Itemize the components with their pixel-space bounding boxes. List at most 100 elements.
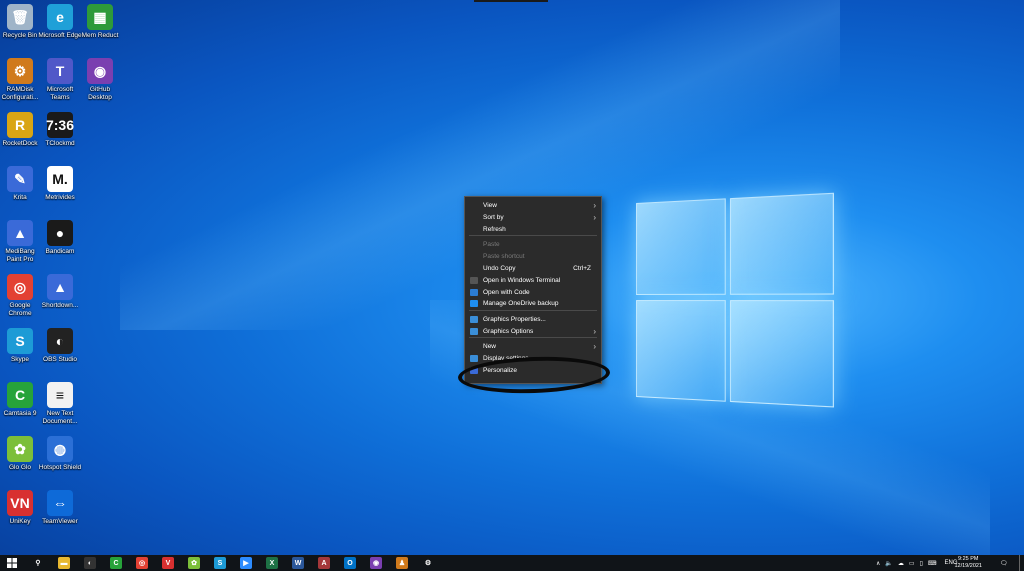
access-icon[interactable]: A <box>318 557 330 569</box>
teamviewer-icon: ⇔ <box>47 490 73 516</box>
logo-pane <box>636 198 726 295</box>
desktop-icon[interactable]: ◉ GitHub Desktop <box>78 58 122 102</box>
bandicam-icon: ● <box>47 220 73 246</box>
desktop-icon[interactable]: 🗑 Recycle Bin <box>0 4 42 40</box>
desktop-icon-label: Microsoft Edge <box>38 32 82 39</box>
menu-item-manage-onedrive-backup[interactable]: Manage OneDrive backup <box>465 298 601 309</box>
desktop-icon[interactable]: ● Bandicam <box>38 220 82 256</box>
camtasia-icon: C <box>7 382 33 408</box>
menu-item-shortcut: Ctrl+Z <box>573 265 591 272</box>
skype-icon[interactable]: S <box>214 557 226 569</box>
desktop-icon[interactable]: ▲ MediBang Paint Pro <box>0 220 42 264</box>
windows-start-icon[interactable] <box>6 557 18 569</box>
desktop-icon-label: Camtasia 9 <box>3 410 37 417</box>
chrome-icon: ◎ <box>7 274 33 300</box>
unikey-icon: VN <box>7 490 33 516</box>
show-desktop-button[interactable] <box>1019 555 1023 571</box>
menu-item-view[interactable]: View › <box>465 200 601 211</box>
menu-item-label: Undo Copy <box>483 265 516 272</box>
desktop-icon-label: New Text Document... <box>42 410 78 425</box>
ramdisk-icon: ⚙ <box>7 58 33 84</box>
search-icon[interactable]: ⚲ <box>32 557 44 569</box>
obs-icon: ◐ <box>47 328 73 354</box>
menu-item-label: Refresh <box>483 226 506 233</box>
menu-item-graphics-options[interactable]: Graphics Options › <box>465 326 601 337</box>
desktop-icon[interactable]: ◍ Hotspot Shield <box>38 436 82 472</box>
menu-item-open-in-windows-terminal[interactable]: Open in Windows Terminal <box>465 275 601 286</box>
teams-icon: T <box>47 58 73 84</box>
menu-item-paste-shortcut: Paste shortcut <box>465 251 601 262</box>
menu-item-label: Graphics Properties... <box>483 316 546 323</box>
github-desktop-icon[interactable]: ◉ <box>370 557 382 569</box>
top-edge-bar <box>474 0 548 2</box>
system-tray: ∧ 🔈 ☁ ▭ ▯ ⌨ ENG <box>876 555 958 571</box>
battery-icon[interactable]: ▯ <box>920 560 923 567</box>
krita-icon: ✎ <box>7 166 33 192</box>
clock[interactable]: 9:25 PM 12/19/2021 <box>954 556 982 570</box>
desktop-icon-label: Skype <box>10 356 30 363</box>
rocketdock-icon: R <box>7 112 33 138</box>
onedrive-icon <box>470 300 478 307</box>
menu-item-sort-by[interactable]: Sort by › <box>465 212 601 223</box>
menu-item-undo-copy[interactable]: Undo Copy Ctrl+Z <box>465 263 601 274</box>
desktop-icon[interactable]: VN UniKey <box>0 490 42 526</box>
unikey-icon[interactable]: V <box>162 557 174 569</box>
chevron-right-icon: › <box>593 327 596 336</box>
desktop-icon[interactable]: R RocketDock <box>0 112 42 148</box>
file-explorer-icon[interactable]: ▬ <box>58 557 70 569</box>
intel-graphics-icon <box>470 316 478 323</box>
camtasia-icon[interactable]: C <box>110 557 122 569</box>
desktop-icon-label: GitHub Desktop <box>88 86 112 101</box>
notification-icon[interactable]: 🗨 <box>1000 555 1008 571</box>
desktop-icon[interactable]: S Skype <box>0 328 42 364</box>
desktop-icon[interactable]: e Microsoft Edge <box>38 4 82 40</box>
menu-separator <box>469 235 597 236</box>
desktop-icon[interactable]: ⇔ TeamViewer <box>38 490 82 526</box>
desktop-icon-label: Krita <box>13 194 27 201</box>
desktop-icon[interactable]: 7:36 TClockmd <box>38 112 82 148</box>
desktop-icon[interactable]: C Camtasia 9 <box>0 382 42 418</box>
desktop-icon-label: TClockmd <box>45 140 75 147</box>
chrome-icon[interactable]: ◎ <box>136 557 148 569</box>
desktop-icon[interactable]: ≡ New Text Document... <box>38 382 82 426</box>
settings-gear-icon[interactable]: ⚙ <box>422 557 434 569</box>
menu-item-label: Open with Code <box>483 289 530 296</box>
zoom-icon[interactable]: ▶ <box>240 557 252 569</box>
menu-item-open-with-code[interactable]: Open with Code <box>465 287 601 298</box>
desktop-icon[interactable]: T Microsoft Teams <box>38 58 82 102</box>
outlook-icon[interactable]: O <box>344 557 356 569</box>
obs-icon[interactable]: ◐ <box>84 557 96 569</box>
desktop-icon[interactable]: ◐ OBS Studio <box>38 328 82 364</box>
cloud-icon[interactable]: ☁ <box>898 560 904 567</box>
desktop-icon[interactable]: ✿ Glo Glo <box>0 436 42 472</box>
menu-item-label: Sort by <box>483 214 504 221</box>
excel-icon[interactable]: X <box>266 557 278 569</box>
menu-separator <box>469 337 597 338</box>
menu-item-label: New <box>483 343 497 350</box>
glo-icon[interactable]: ✿ <box>188 557 200 569</box>
menu-item-label: Graphics Options <box>483 328 534 335</box>
desktop-icon-label: OBS Studio <box>43 356 77 363</box>
menu-item-label: View <box>483 202 497 209</box>
chevron-up-icon[interactable]: ∧ <box>876 560 880 567</box>
desktop-icon-label: TeamViewer <box>42 518 78 525</box>
desktop-icon[interactable]: ✎ Krita <box>0 166 42 202</box>
desktop-icon[interactable]: ◎ Google Chrome <box>0 274 42 318</box>
volume-icon[interactable]: 🔈 <box>885 560 892 567</box>
medibang-icon: ▲ <box>7 220 33 246</box>
menu-item-refresh[interactable]: Refresh <box>465 224 601 235</box>
text-document-icon: ≡ <box>47 382 73 408</box>
app-icon[interactable]: ♟ <box>396 557 408 569</box>
desktop-icon[interactable]: ▲ Shortdown... <box>38 274 82 310</box>
desktop-context-menu: View › Sort by › Refresh Paste Paste shortcut U… <box>464 196 602 384</box>
desktop-icon[interactable]: M. Metrivides <box>38 166 82 202</box>
menu-item-new[interactable]: New › <box>465 341 601 352</box>
keyboard-icon[interactable]: ⌨ <box>928 560 937 567</box>
menu-item-graphics-properties[interactable]: Graphics Properties... <box>465 314 601 325</box>
desktop-icon-label: MediBang Paint Pro <box>5 248 35 263</box>
network-icon[interactable]: ▭ <box>909 560 915 567</box>
desktop-icon[interactable]: ▦ Mem Reduct <box>78 4 122 40</box>
desktop-icon-label: RocketDock <box>2 140 38 147</box>
word-icon[interactable]: W <box>292 557 304 569</box>
desktop-icon[interactable]: ⚙ RAMDisk Configurati... <box>0 58 42 102</box>
